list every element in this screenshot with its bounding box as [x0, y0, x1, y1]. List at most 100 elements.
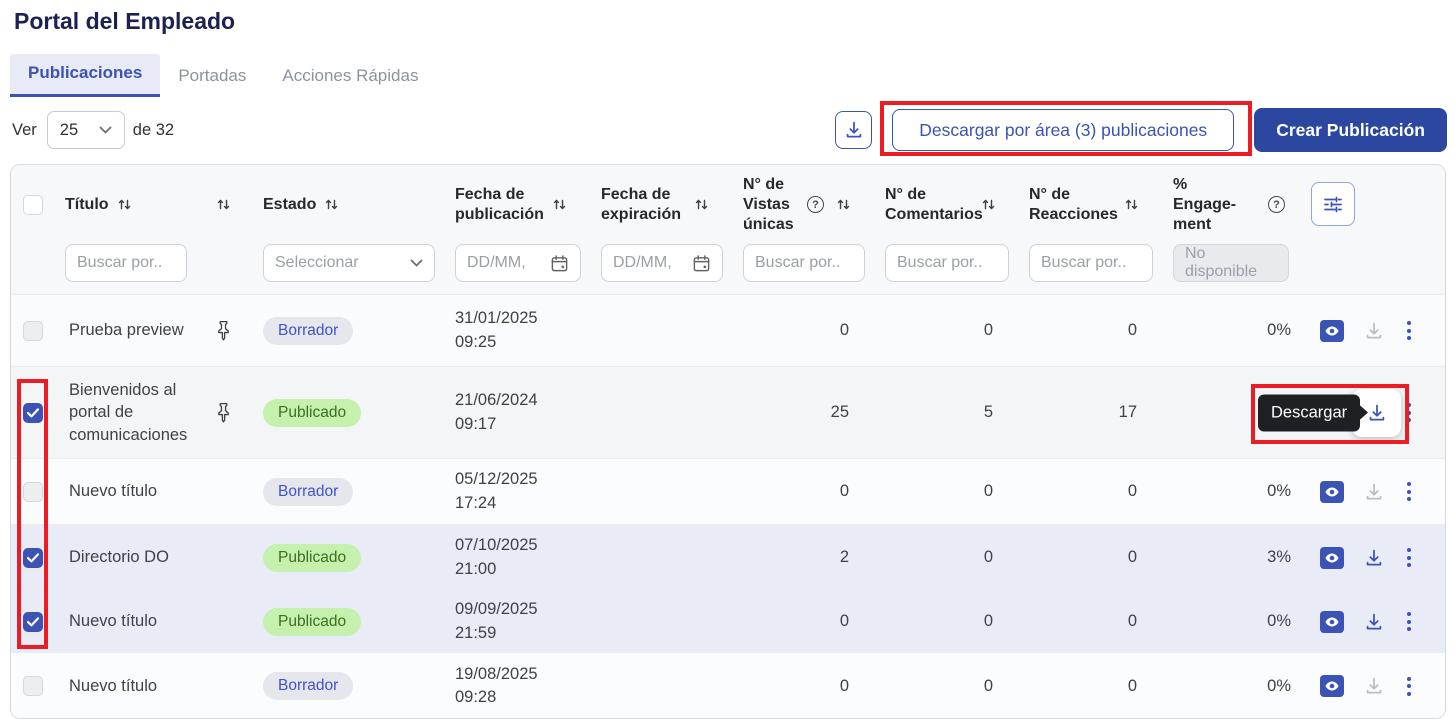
preview-button[interactable]	[1319, 480, 1345, 504]
select-all-checkbox[interactable]	[23, 195, 43, 215]
column-header-fecha-expiracion: Fecha de expiración	[591, 185, 733, 225]
download-row-button[interactable]	[1363, 481, 1385, 503]
download-icon	[1363, 675, 1385, 697]
row-menu-button[interactable]	[1403, 675, 1415, 698]
sort-icon[interactable]	[836, 197, 851, 212]
comments-count: 0	[875, 321, 1019, 340]
download-all-button[interactable]	[835, 111, 872, 149]
row-title: Nuevo título	[55, 480, 197, 502]
tab-bar: Publicaciones Portadas Acciones Rápidas	[10, 54, 436, 97]
filter-estado-select[interactable]: Seleccionar	[263, 244, 435, 282]
views-count: 0	[733, 612, 875, 631]
pin-icon	[216, 320, 231, 341]
table-row: Nuevo título Borrador 19/08/202509:28 0 …	[11, 652, 1445, 719]
row-title: Bienvenidos al portal de comunicaciones	[55, 379, 197, 446]
row-menu-button[interactable]	[1403, 401, 1415, 424]
sort-vistas-icon[interactable]	[836, 197, 851, 212]
check-icon	[27, 553, 39, 563]
help-vistas-icon[interactable]	[807, 196, 824, 213]
sort-icon[interactable]	[117, 197, 132, 212]
reactions-count: 17	[1019, 403, 1163, 422]
filter-vistas-input[interactable]	[743, 244, 865, 282]
sort-reacciones-icon[interactable]	[1124, 197, 1139, 212]
status-badge: Publicado	[263, 399, 361, 427]
sort-icon[interactable]	[324, 197, 339, 212]
sort-icon[interactable]	[1124, 197, 1139, 212]
row-menu-button[interactable]	[1403, 480, 1415, 503]
preview-button[interactable]	[1319, 319, 1345, 343]
publish-time: 17:24	[455, 492, 581, 515]
filter-fecha-publicacion-input[interactable]: DD/MM,	[455, 244, 581, 282]
row-checkbox[interactable]	[23, 676, 43, 696]
create-publication-button[interactable]: Crear Publicación	[1254, 108, 1447, 152]
sort-icon[interactable]	[981, 197, 996, 212]
sort-titulo-icon[interactable]	[117, 197, 132, 212]
preview-eye-icon	[1319, 610, 1345, 634]
filter-comentarios-input[interactable]	[885, 244, 1009, 282]
tab-acciones-rapidas[interactable]: Acciones Rápidas	[264, 57, 436, 97]
row-menu-button[interactable]	[1403, 610, 1415, 633]
preview-button[interactable]	[1319, 610, 1345, 634]
row-title: Nuevo título	[55, 610, 197, 632]
column-header-reacciones: N° de Reacciones	[1019, 185, 1163, 225]
sort-fecha-expiracion-icon[interactable]	[694, 197, 709, 212]
download-row-button[interactable]	[1363, 611, 1385, 633]
reactions-count: 0	[1019, 548, 1163, 567]
publish-date: 07/10/2025	[455, 534, 581, 557]
publish-date: 31/01/2025	[455, 307, 581, 330]
toolbar: Ver 25 de 32 Descargar por área (3) publ…	[12, 108, 1447, 152]
row-checkbox[interactable]	[23, 482, 43, 502]
download-row-button[interactable]	[1363, 675, 1385, 697]
publish-date: 21/06/2024	[455, 389, 581, 412]
calendar-icon	[550, 254, 569, 273]
views-count: 0	[733, 677, 875, 696]
reactions-count: 0	[1019, 321, 1163, 340]
table-row: Prueba preview Borrador 31/01/202509:25 …	[11, 294, 1445, 366]
engagement-percent: 0%	[1163, 482, 1299, 501]
publish-time: 09:17	[455, 413, 581, 436]
sort-comentarios-icon[interactable]	[981, 197, 996, 212]
sort-icon[interactable]	[216, 197, 231, 212]
column-settings-button[interactable]	[1311, 182, 1355, 226]
row-checkbox[interactable]	[23, 321, 43, 341]
preview-button[interactable]	[1319, 674, 1345, 698]
sort-icon[interactable]	[552, 197, 567, 212]
row-checkbox[interactable]	[23, 403, 43, 423]
row-title: Nuevo título	[55, 675, 197, 697]
help-engagement-icon[interactable]	[1268, 196, 1285, 213]
pin-slot	[216, 402, 231, 423]
views-count: 2	[733, 548, 875, 567]
status-badge: Borrador	[263, 478, 353, 506]
pin-icon	[216, 402, 231, 423]
sort-estado-icon[interactable]	[324, 197, 339, 212]
engagement-percent: 3%	[1163, 548, 1299, 567]
total-count: de 32	[133, 121, 174, 140]
row-checkbox[interactable]	[23, 612, 43, 632]
sort-fecha-publicacion-icon[interactable]	[552, 197, 567, 212]
chevron-down-icon	[99, 126, 112, 135]
check-icon	[27, 408, 39, 418]
download-icon	[843, 119, 865, 141]
filter-fecha-expiracion-input[interactable]: DD/MM,	[601, 244, 723, 282]
row-menu-button[interactable]	[1403, 319, 1415, 342]
download-icon	[1363, 611, 1385, 633]
views-count: 25	[733, 403, 875, 422]
row-menu-button[interactable]	[1403, 546, 1415, 569]
sort-pin-icon[interactable]	[216, 197, 231, 212]
tab-portadas[interactable]: Portadas	[160, 57, 264, 97]
page-size-select[interactable]: 25	[47, 111, 125, 149]
column-header-engagement: % Engage-ment	[1163, 175, 1299, 235]
filter-reacciones-input[interactable]	[1029, 244, 1153, 282]
sort-icon[interactable]	[694, 197, 709, 212]
publish-time: 09:25	[455, 331, 581, 354]
row-checkbox[interactable]	[23, 548, 43, 568]
tab-publicaciones[interactable]: Publicaciones	[10, 54, 160, 97]
reactions-count: 0	[1019, 677, 1163, 696]
table-body: Prueba preview Borrador 31/01/202509:25 …	[11, 294, 1445, 719]
preview-button[interactable]	[1319, 546, 1345, 570]
check-icon	[27, 617, 39, 627]
filter-titulo-input[interactable]	[65, 244, 187, 282]
download-row-button[interactable]	[1363, 320, 1385, 342]
download-by-area-button[interactable]: Descargar por área (3) publicaciones	[892, 109, 1234, 151]
download-row-button[interactable]	[1363, 547, 1385, 569]
